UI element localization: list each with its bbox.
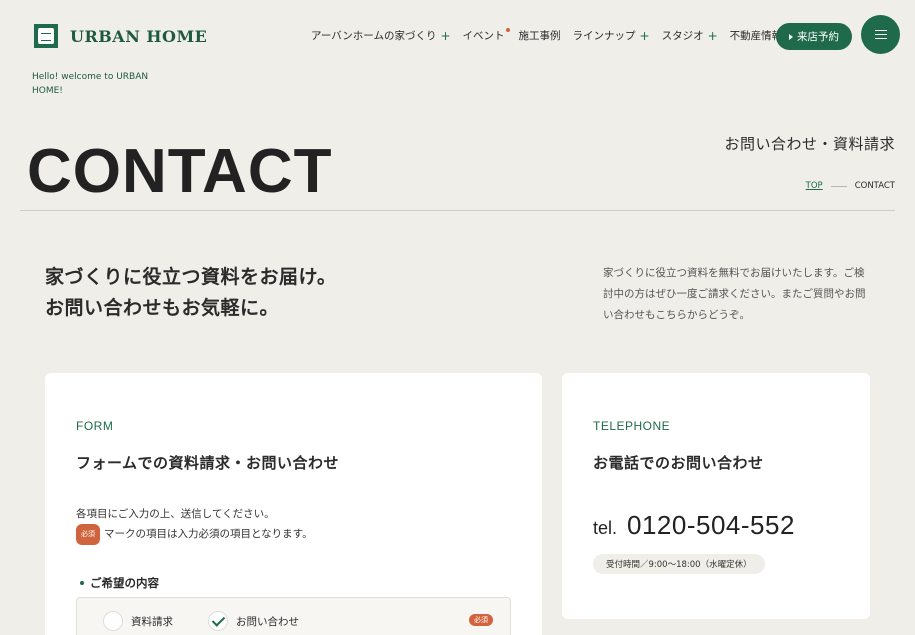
intro-text: 家づくりに役立つ資料を無料でお届けいたします。ご検討中の方はぜひ一度ご請求くださ… — [603, 267, 866, 321]
hamburger-menu-button[interactable] — [861, 15, 900, 54]
logo-mark-icon — [34, 24, 58, 48]
plus-icon: + — [440, 28, 451, 43]
check-icon[interactable] — [208, 611, 228, 631]
hamburger-icon — [874, 30, 887, 31]
tel-card-title: お電話でのお問い合わせ — [593, 454, 764, 472]
nav-item-event[interactable]: イベント — [462, 28, 510, 43]
nav-label: アーバンホームの家づくり — [311, 30, 437, 42]
tel-number-value: 0120-504-552 — [627, 510, 795, 540]
breadcrumb-separator — [830, 185, 847, 187]
form-eyebrow: FORM — [76, 419, 114, 433]
section-label-text: ご希望の内容 — [90, 576, 159, 590]
welcome-message: Hello! welcome to URBAN HOME! — [32, 72, 149, 96]
visit-reservation-button[interactable]: 来店予約 — [776, 23, 852, 50]
form-card-title: フォームでの資料請求・お問い合わせ — [76, 454, 340, 472]
choice-document-request[interactable]: 資料請求 — [103, 611, 173, 631]
page-subtitle: お問い合わせ・資料請求 — [724, 135, 895, 153]
radio-unchecked-icon[interactable] — [103, 611, 123, 631]
logo[interactable]: URBAN HOME — [34, 24, 207, 48]
breadcrumb-top-link[interactable]: TOP — [806, 181, 823, 191]
nav-item-works[interactable]: 施工事例 — [519, 28, 561, 43]
form-desc-line: 各項目にご入力の上、送信してください。 — [76, 508, 275, 520]
inquiry-type-label: ご希望の内容 — [80, 575, 159, 591]
inquiry-type-group: 資料請求 お問い合わせ 必須 — [76, 597, 511, 635]
business-hours: 受付時間／9:00〜18:00（水曜定休） — [593, 554, 765, 574]
telephone-card: TELEPHONE お電話でのお問い合わせ tel. 0120-504-552 … — [562, 373, 870, 619]
form-description: 各項目にご入力の上、送信してください。 必須 マークの項目は入力必須の項目となりま… — [76, 505, 313, 545]
plus-icon: + — [707, 28, 718, 43]
choice-label: お問い合わせ — [236, 615, 299, 628]
nav-label: 不動産情報 — [729, 30, 783, 42]
lead-line: お問い合わせもお気軽に。 — [45, 297, 280, 319]
form-card: FORM フォームでの資料請求・お問い合わせ 各項目にご入力の上、送信してくださ… — [45, 373, 542, 635]
nav-item-studio[interactable]: スタジオ + — [662, 28, 718, 43]
nav-label: スタジオ — [661, 30, 704, 42]
choice-inquiry[interactable]: お問い合わせ — [208, 611, 299, 631]
bullet-icon — [80, 581, 84, 585]
breadcrumb-current: CONTACT — [854, 181, 895, 191]
choice-label: 資料請求 — [131, 615, 173, 628]
notification-dot — [505, 28, 510, 32]
lead-line: 家づくりに役立つ資料をお届け。 — [45, 266, 337, 288]
lead-heading: 家づくりに役立つ資料をお届け。 お問い合わせもお気軽に。 — [45, 262, 337, 324]
visit-button-label: 来店予約 — [797, 31, 839, 43]
page-title: CONTACT — [27, 137, 333, 206]
tel-prefix: tel. — [593, 518, 618, 538]
nav-item-lineup[interactable]: ラインナップ + — [573, 28, 650, 43]
required-badge: 必須 — [469, 614, 493, 626]
tel-eyebrow: TELEPHONE — [593, 419, 671, 433]
nav-label: ラインナップ — [572, 30, 636, 42]
logo-text: URBAN HOME — [70, 26, 208, 46]
play-icon — [789, 33, 793, 40]
divider — [20, 210, 895, 211]
nav-label: 施工事例 — [518, 30, 561, 42]
required-badge: 必須 — [76, 524, 100, 545]
breadcrumb: TOP CONTACT — [806, 181, 895, 191]
nav-item-house-building[interactable]: アーバンホームの家づくり + — [311, 28, 451, 43]
phone-number[interactable]: tel. 0120-504-552 — [593, 510, 795, 541]
plus-icon: + — [639, 28, 650, 43]
main-nav: アーバンホームの家づくり + イベント 施工事例 ラインナップ + スタジオ + 不動… — [311, 28, 808, 43]
nav-label: イベント — [462, 30, 505, 42]
form-desc-line: マークの項目は入力必須の項目となります。 — [104, 528, 313, 540]
